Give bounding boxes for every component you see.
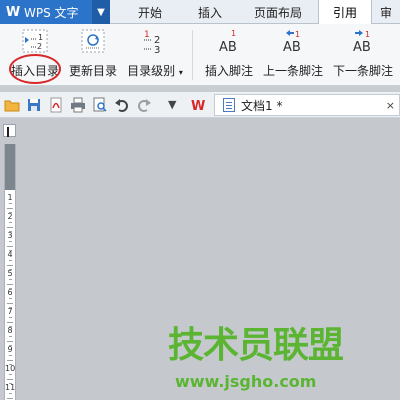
app-menu-dropdown-icon[interactable]: ▼ (92, 0, 110, 24)
ruler-number: 11 (5, 383, 16, 392)
vertical-ruler[interactable]: 1 2 3 4 5 6 7 8 9 10 11 (4, 144, 16, 400)
ruler-tick (9, 202, 12, 204)
tab-page-layout[interactable]: 页面布局 (244, 0, 312, 24)
ruler-number: 4 (7, 250, 13, 259)
prev-footnote-icon: 1 AB (283, 30, 301, 54)
insert-footnote-icon: 1 AB (219, 29, 237, 54)
references-ribbon: 1 2 插入目录 更新目录 1 2 3 目录级别 ▾ 1 AB 插入脚注 1 A… (0, 24, 400, 86)
svg-text:1: 1 (295, 30, 300, 39)
ruler-number: 3 (7, 231, 13, 240)
ruler-number: 10 (5, 364, 16, 373)
ruler-tick (9, 316, 12, 318)
tab-references[interactable]: 引用 (318, 0, 372, 25)
document-icon (223, 98, 235, 112)
ruler-number: 8 (7, 326, 13, 335)
toc-level-icon: 1 2 3 (144, 30, 160, 54)
svg-text:2: 2 (37, 42, 42, 51)
ruler-number: 6 (7, 288, 13, 297)
ruler-tick (9, 278, 12, 280)
svg-text:W: W (191, 99, 205, 113)
ruler-tick (7, 302, 13, 304)
ribbon-divider (192, 30, 193, 80)
tab-insert[interactable]: 插入 (186, 0, 234, 24)
undo-icon[interactable] (114, 97, 130, 113)
tab-stop-selector-icon[interactable] (3, 124, 16, 137)
watermark-text: 技术员联盟 (168, 325, 344, 366)
ruler-number: 5 (7, 269, 13, 278)
ruler-tick (9, 240, 12, 242)
app-title: WPS 文字 (24, 5, 79, 20)
ruler-number: 2 (7, 212, 13, 221)
update-toc-icon (81, 29, 105, 53)
wps-brand-icon[interactable]: W (190, 97, 206, 113)
print-preview-icon[interactable] (92, 97, 108, 113)
ruler-tick (7, 359, 13, 361)
svg-text:AB: AB (219, 40, 237, 54)
insert-footnote-button[interactable]: 1 AB 插入脚注 (198, 24, 260, 86)
svg-text:AB: AB (283, 40, 301, 54)
next-footnote-icon: 1 AB (353, 30, 371, 54)
prev-footnote-button[interactable]: 1 AB 上一条脚注 (260, 24, 326, 86)
ruler-tick (9, 373, 12, 375)
next-footnote-label: 下一条脚注 (332, 64, 393, 78)
ruler-tick (7, 207, 13, 209)
ruler-number: 7 (7, 307, 13, 316)
document-tab[interactable]: 文档1 * × (214, 94, 400, 116)
svg-text:AB: AB (353, 40, 371, 54)
ruler-number: 1 (7, 193, 13, 202)
toc-level-dropdown[interactable]: 1 2 3 目录级别 ▾ (122, 24, 188, 86)
insert-toc-icon: 1 2 (22, 29, 48, 53)
ruler-number: 9 (7, 345, 13, 354)
prev-footnote-label: 上一条脚注 (262, 64, 323, 78)
insert-footnote-label: 插入脚注 (204, 64, 253, 78)
ruler-tick (9, 392, 12, 394)
ruler-tick (9, 335, 12, 337)
ruler-tick (7, 264, 13, 266)
export-pdf-icon[interactable] (48, 97, 64, 113)
document-tab-name: 文档1 * (241, 98, 283, 113)
ruler-tick (7, 245, 13, 247)
ruler-tick (7, 283, 13, 285)
chevron-down-icon: ▾ (178, 68, 183, 77)
ruler-tick (7, 321, 13, 323)
ruler-tick (9, 259, 12, 261)
ruler-tick (9, 354, 12, 356)
ruler-tick (7, 378, 13, 380)
svg-text:3: 3 (154, 45, 160, 54)
svg-text:1: 1 (231, 29, 236, 38)
ruler-tick (9, 221, 12, 223)
wps-writer-window: W WPS 文字 ▼ 开始 插入 页面布局 引用 审 1 2 插入目录 更新目录… (0, 0, 400, 400)
next-footnote-button[interactable]: 1 AB 下一条脚注 (330, 24, 396, 86)
tab-review[interactable]: 审 (380, 0, 400, 24)
update-toc-button[interactable]: 更新目录 (64, 24, 122, 86)
ruler-tick (7, 226, 13, 228)
tab-home[interactable]: 开始 (126, 0, 174, 24)
close-document-icon[interactable]: × (386, 99, 395, 112)
open-folder-icon[interactable] (4, 97, 20, 113)
app-menu-button[interactable]: W WPS 文字 ▼ (0, 0, 110, 24)
highlight-circle (9, 54, 61, 84)
customize-toolbar-dropdown-icon[interactable]: ▼ (168, 98, 184, 114)
svg-text:1: 1 (365, 30, 370, 39)
ruler-tick (7, 397, 13, 399)
print-icon[interactable] (70, 97, 86, 113)
toc-level-label: 目录级别 ▾ (127, 64, 183, 78)
watermark-url: www.jsgho.com (175, 372, 317, 391)
menu-tabs-bar: W WPS 文字 ▼ 开始 插入 页面布局 引用 审 (0, 0, 400, 25)
ruler-tick (7, 340, 13, 342)
wps-logo-icon: W (5, 4, 21, 20)
update-toc-label: 更新目录 (68, 64, 117, 78)
save-icon[interactable] (26, 97, 42, 113)
ruler-tick (9, 297, 12, 299)
redo-icon[interactable] (136, 97, 152, 113)
ruler-margin-area (5, 144, 15, 190)
svg-text:1: 1 (144, 30, 150, 40)
svg-text:1: 1 (38, 33, 43, 42)
